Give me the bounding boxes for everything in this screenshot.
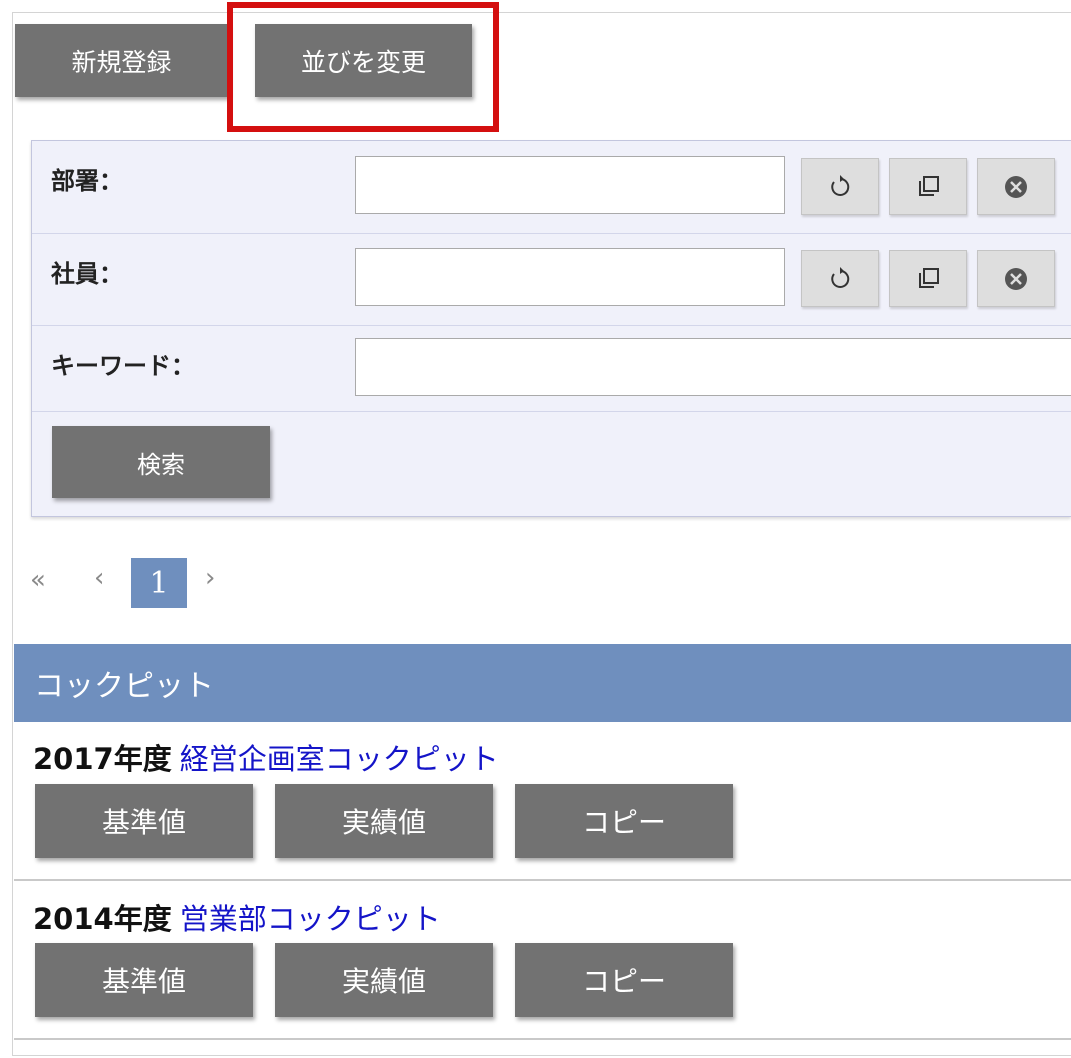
department-reload-button[interactable] <box>801 158 879 215</box>
prev-page-link[interactable]: ‹ <box>94 563 104 593</box>
cockpit-header: コックピット <box>14 644 1071 722</box>
employee-input[interactable] <box>355 248 785 306</box>
actual-button[interactable]: 実績値 <box>275 943 493 1017</box>
item-divider <box>14 1038 1071 1040</box>
reload-icon <box>831 266 850 288</box>
cockpit-year: 2017年度 <box>33 742 172 776</box>
first-page-link[interactable]: « <box>30 565 46 595</box>
clear-icon <box>1005 267 1027 290</box>
copy-button[interactable]: コピー <box>515 784 733 858</box>
actual-button[interactable]: 実績値 <box>275 784 493 858</box>
search-button[interactable]: 検索 <box>52 426 270 498</box>
cockpit-item-title: 2017年度 経営企画室コックピット <box>33 736 499 778</box>
cockpit-link[interactable]: 営業部コックピット <box>180 902 441 936</box>
copy-button[interactable]: コピー <box>515 943 733 1017</box>
baseline-button[interactable]: 基準値 <box>35 784 253 858</box>
department-row: 部署： <box>32 141 1071 234</box>
department-input[interactable] <box>355 156 785 214</box>
baseline-button[interactable]: 基準値 <box>35 943 253 1017</box>
keyword-input[interactable] <box>355 338 1071 396</box>
employee-row: 社員： <box>32 234 1071 326</box>
cockpit-link[interactable]: 経営企画室コックピット <box>180 742 499 776</box>
department-clear-button[interactable] <box>977 158 1055 215</box>
cockpit-item-title: 2014年度 営業部コックピット <box>33 896 441 938</box>
clear-icon <box>1005 175 1027 198</box>
keyword-label: キーワード： <box>51 352 195 380</box>
reload-icon <box>831 174 850 196</box>
copy-icon <box>919 175 939 196</box>
employee-label: 社員： <box>51 260 123 288</box>
cockpit-year: 2014年度 <box>33 902 172 936</box>
search-panel: 部署： 社員： キーワード： 検索 <box>31 140 1071 517</box>
department-label: 部署： <box>51 167 123 195</box>
employee-reload-button[interactable] <box>801 250 879 307</box>
keyword-row: キーワード： <box>32 326 1071 412</box>
next-page-link[interactable]: › <box>205 563 215 593</box>
copy-icon <box>919 267 939 288</box>
current-page[interactable]: 1 <box>131 558 187 608</box>
employee-clear-button[interactable] <box>977 250 1055 307</box>
highlight-box <box>227 2 499 132</box>
new-registration-button[interactable]: 新規登録 <box>15 24 228 97</box>
employee-copy-button[interactable] <box>889 250 967 307</box>
department-copy-button[interactable] <box>889 158 967 215</box>
item-divider <box>14 879 1071 881</box>
